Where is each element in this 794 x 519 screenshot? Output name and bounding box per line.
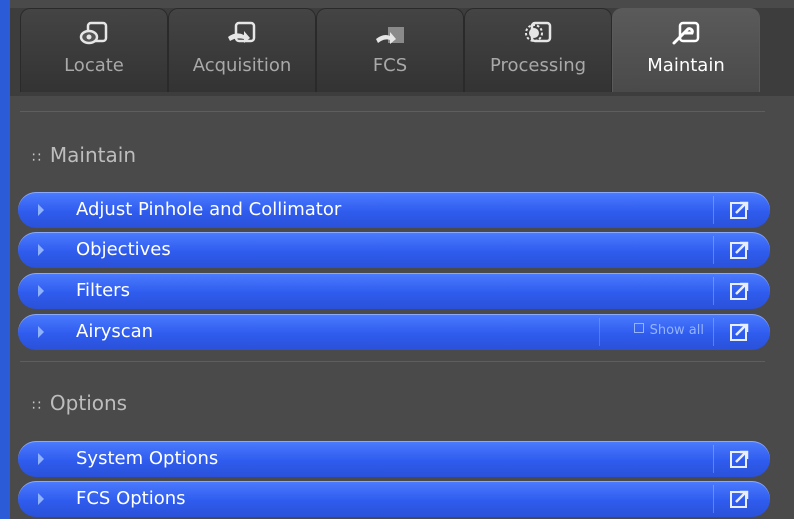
separator bbox=[713, 277, 714, 305]
separator bbox=[713, 485, 714, 513]
tab-label: FCS bbox=[372, 55, 408, 76]
expand-arrow-icon[interactable] bbox=[38, 204, 44, 216]
fcs-icon bbox=[376, 27, 404, 44]
popout-icon[interactable] bbox=[730, 240, 750, 260]
tool-label: System Options bbox=[76, 448, 219, 469]
tool-panel: Locate Acquisition FCS Processing Mainta… bbox=[10, 0, 794, 519]
expand-arrow-icon[interactable] bbox=[38, 285, 44, 297]
separator bbox=[713, 445, 714, 473]
tool-bar-adjust-pinhole[interactable]: Adjust Pinhole and Collimator bbox=[18, 192, 770, 228]
tab-label: Processing bbox=[489, 55, 587, 76]
tool-bar-airyscan[interactable]: Airyscan Show all bbox=[18, 314, 770, 350]
tool-label: Adjust Pinhole and Collimator bbox=[76, 199, 342, 220]
section-title-maintain[interactable]: ∷ Maintain bbox=[32, 143, 136, 167]
tool-label: Filters bbox=[76, 280, 130, 301]
tab-label: Locate bbox=[64, 55, 124, 76]
section-label: Options bbox=[49, 391, 128, 415]
tab-maintain[interactable]: Maintain bbox=[612, 8, 760, 92]
separator bbox=[713, 196, 714, 224]
tool-label: FCS Options bbox=[76, 488, 186, 509]
tab-label: Maintain bbox=[647, 55, 725, 76]
section-label: Maintain bbox=[49, 143, 136, 167]
tab-bar: Locate Acquisition FCS Processing Mainta… bbox=[10, 8, 794, 96]
divider bbox=[20, 361, 765, 362]
show-all-label: Show all bbox=[649, 323, 704, 338]
tool-bar-system-options[interactable]: System Options bbox=[18, 441, 770, 477]
separator bbox=[599, 318, 600, 346]
separator bbox=[713, 236, 714, 264]
popout-icon[interactable] bbox=[730, 281, 750, 301]
checkbox-icon bbox=[633, 323, 644, 333]
locate-icon bbox=[79, 21, 108, 45]
tab-fcs[interactable]: FCS bbox=[316, 8, 464, 92]
grip-icon: ∷ bbox=[32, 150, 41, 166]
show-all-checkbox[interactable]: Show all bbox=[633, 323, 704, 338]
expand-arrow-icon[interactable] bbox=[38, 453, 44, 465]
tool-bar-objectives[interactable]: Objectives bbox=[18, 232, 770, 268]
acquisition-icon bbox=[228, 21, 256, 43]
tool-label: Airyscan bbox=[76, 321, 154, 342]
tool-bar-filters[interactable]: Filters bbox=[18, 273, 770, 309]
expand-arrow-icon[interactable] bbox=[38, 493, 44, 505]
maintain-icon bbox=[672, 21, 700, 45]
tab-label: Acquisition bbox=[192, 55, 292, 76]
tool-label: Objectives bbox=[76, 239, 171, 260]
separator bbox=[713, 318, 714, 346]
tab-processing[interactable]: Processing bbox=[464, 8, 612, 92]
expand-arrow-icon[interactable] bbox=[38, 244, 44, 256]
popout-icon[interactable] bbox=[730, 322, 750, 342]
tab-acquisition[interactable]: Acquisition bbox=[168, 8, 316, 92]
expand-arrow-icon[interactable] bbox=[38, 326, 44, 338]
section-title-options[interactable]: ∷ Options bbox=[32, 391, 127, 415]
grip-icon: ∷ bbox=[32, 398, 41, 414]
popout-icon[interactable] bbox=[730, 449, 750, 469]
popout-icon[interactable] bbox=[730, 489, 750, 509]
popout-icon[interactable] bbox=[730, 200, 750, 220]
processing-icon bbox=[525, 21, 552, 43]
tab-locate[interactable]: Locate bbox=[20, 8, 168, 92]
tool-bar-fcs-options[interactable]: FCS Options bbox=[18, 481, 770, 517]
divider bbox=[20, 111, 765, 112]
